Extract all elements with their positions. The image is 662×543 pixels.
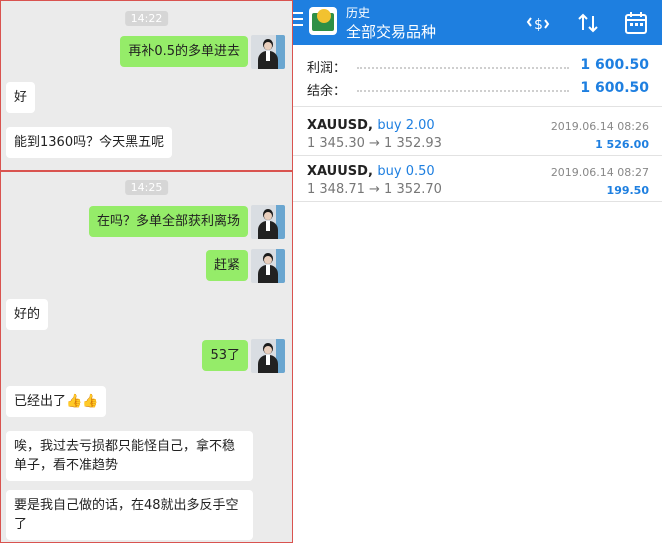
top-app-bar: 历史 全部交易品种 $: [293, 0, 662, 45]
chat-message-in: 好的: [6, 299, 49, 330]
profit-label: 利润：: [307, 61, 347, 76]
currency-exchange-icon[interactable]: $: [525, 10, 551, 36]
trade-date: 2019.06.14 08:27: [550, 166, 649, 179]
chat-message-out: 在吗？多单全部获利离场: [88, 206, 248, 237]
chat-message-in: 要是我自己做的话，在48就出多反手空了: [6, 490, 253, 540]
chat-timestamp: 14:25: [124, 180, 169, 195]
header-subtitle: 历史: [346, 6, 371, 20]
chat-message-out: 再补0.5的多单进去: [120, 36, 248, 67]
app-logo-icon: [309, 7, 337, 35]
chat-message-in: 好: [6, 82, 36, 113]
balance-label: 结余：: [307, 84, 347, 99]
trade-row[interactable]: XAUUSD, buy 2.00 1 345.30 → 1 352.93 201…: [293, 110, 662, 156]
trade-action: buy 0.50: [377, 164, 435, 179]
trade-symbol: XAUUSD, buy 2.00: [307, 118, 435, 133]
avatar: [251, 35, 285, 69]
trade-action: buy 2.00: [377, 118, 435, 133]
trade-date: 2019.06.14 08:26: [550, 120, 649, 133]
trading-history-screen: 历史 全部交易品种 $ 利润： 1 600.50 结余： 1 600.50 XA…: [293, 0, 662, 543]
chat-timestamp: 14:22: [124, 11, 169, 26]
trade-profit: 1 526.00: [595, 138, 649, 151]
trade-prices: 1 348.71 → 1 352.70: [307, 182, 442, 197]
avatar: [251, 205, 285, 239]
sort-icon[interactable]: [575, 10, 601, 36]
trade-profit: 199.50: [606, 184, 649, 197]
chat-message-in: 唉，我过去亏损都只能怪自己，拿不稳单子，看不准趋势: [6, 431, 253, 481]
chat-panel-1: 14:22 再补0.5的多单进去 好 能到1360吗？今天黑五呢: [0, 0, 293, 171]
balance-value: 1 600.50: [580, 80, 649, 96]
trade-row[interactable]: XAUUSD, buy 0.50 1 348.71 → 1 352.70 201…: [293, 156, 662, 202]
profit-row: 利润： 1 600.50: [307, 57, 649, 79]
svg-text:$: $: [534, 17, 543, 33]
header-title[interactable]: 全部交易品种: [346, 21, 436, 42]
avatar: [251, 249, 285, 283]
trade-symbol: XAUUSD, buy 0.50: [307, 164, 435, 179]
trade-prices: 1 345.30 → 1 352.93: [307, 136, 442, 151]
avatar: [251, 339, 285, 373]
chat-message-out: 53了: [202, 340, 248, 371]
calendar-icon[interactable]: [623, 10, 649, 36]
chat-message-out: 赶紧: [205, 250, 248, 281]
chat-message-in: 已经出了👍👍: [6, 386, 107, 417]
balance-row: 结余： 1 600.50: [307, 80, 649, 102]
chat-screenshot: 14:22 再补0.5的多单进去 好 能到1360吗？今天黑五呢 14:25 在…: [0, 0, 293, 543]
chat-panel-2: 14:25 在吗？多单全部获利离场 赶紧 好的 53了 已经出了👍👍 唉，我过去…: [0, 171, 293, 543]
menu-icon[interactable]: [293, 12, 303, 30]
summary-section: 利润： 1 600.50 结余： 1 600.50: [293, 45, 662, 107]
chat-message-in: 能到1360吗？今天黑五呢: [6, 127, 173, 158]
profit-value: 1 600.50: [580, 57, 649, 73]
